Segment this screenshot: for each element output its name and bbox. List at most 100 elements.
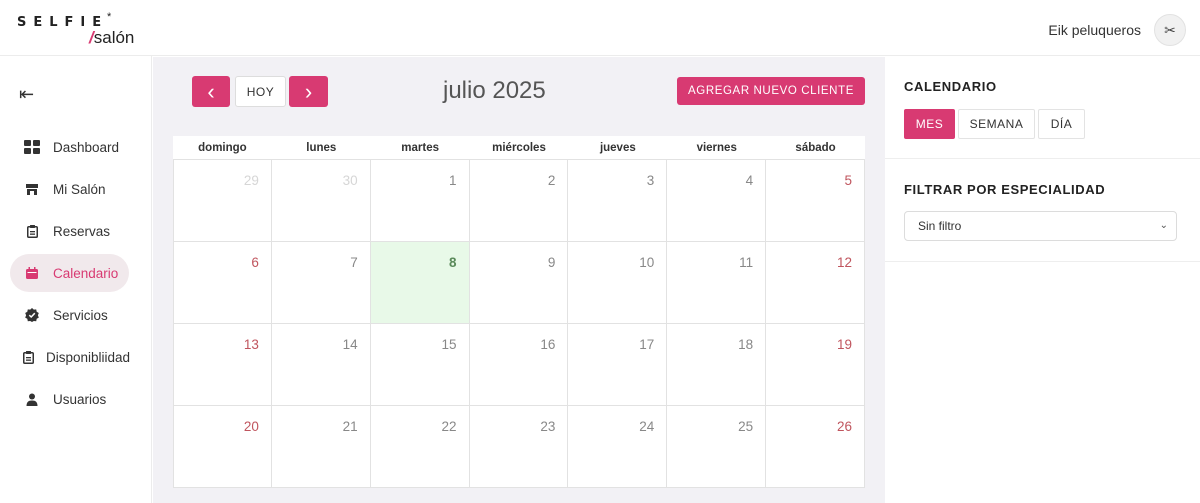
day-number: 14	[342, 337, 358, 352]
calendar-area: ‹ HOY › julio 2025 AGREGAR NUEVO CLIENTE…	[153, 57, 885, 503]
day-number: 16	[540, 337, 556, 352]
day-number: 8	[449, 255, 457, 270]
calendar-day-cell[interactable]: 18	[667, 324, 767, 406]
filter-section-title: FILTRAR POR ESPECIALIDAD	[904, 182, 1106, 197]
day-number: 30	[342, 173, 358, 188]
user-icon	[23, 393, 41, 406]
calendar-day-cell[interactable]: 30	[271, 160, 371, 242]
logo-subtitle: /salón	[89, 28, 135, 47]
sidebar-item-usuarios[interactable]: Usuarios	[10, 380, 129, 418]
collapse-sidebar-icon[interactable]: ⇤	[19, 84, 34, 105]
sidebar-item-disponibilidad[interactable]: Disponibliidad	[10, 338, 131, 376]
scissors-icon: ✂	[1164, 21, 1176, 38]
sidebar-item-calendario[interactable]: Calendario	[10, 254, 129, 292]
chevron-left-icon: ‹	[207, 78, 215, 104]
calendar-day-cell[interactable]: 22	[370, 406, 470, 488]
calendar-day-cell[interactable]: 6	[173, 242, 272, 324]
sidebar-item-label: Disponibliidad	[46, 349, 131, 365]
day-number: 18	[738, 337, 754, 352]
calendar-day-cell[interactable]: 5	[766, 160, 865, 242]
day-number: 5	[844, 173, 852, 188]
view-week-button[interactable]: SEMANA	[958, 109, 1035, 139]
logo-star: *	[107, 11, 112, 23]
verified-badge-icon	[23, 308, 41, 322]
calendar-day-cell[interactable]: 13	[173, 324, 272, 406]
select-value: Sin filtro	[918, 219, 962, 233]
calendar-day-cell[interactable]: 23	[469, 406, 569, 488]
prev-month-button[interactable]: ‹	[192, 76, 230, 107]
selfie-salon-logo[interactable]: SELFIE * /salón	[17, 11, 147, 48]
dashboard-grid-icon	[23, 140, 41, 154]
add-new-client-button[interactable]: AGREGAR NUEVO CLIENTE	[677, 77, 865, 105]
day-number: 29	[243, 173, 259, 188]
weekday-header-row: domingo lunes martes miércoles jueves vi…	[173, 136, 865, 160]
sidebar-item-label: Calendario	[53, 265, 119, 281]
day-number: 7	[350, 255, 358, 270]
day-number: 4	[745, 173, 754, 188]
view-month-button[interactable]: MES	[904, 109, 955, 139]
calendar-day-cell[interactable]: 2	[469, 160, 569, 242]
top-header: SELFIE * /salón Eik peluqueros ✂	[0, 0, 1200, 56]
weekday-header: jueves	[599, 141, 636, 154]
weekday-header: viernes	[696, 141, 737, 154]
day-number: 23	[540, 419, 556, 434]
sidebar-item-label: Servicios	[53, 307, 108, 323]
calendar-week-row: 20 21 22 23 24 25 26	[173, 406, 865, 488]
calendar-day-cell[interactable]: 15	[370, 324, 470, 406]
weekday-header: miércoles	[492, 141, 546, 154]
sidebar-item-reservas[interactable]: Reservas	[10, 212, 129, 250]
calendar-day-cell[interactable]: 26	[766, 406, 865, 488]
calendar-day-cell[interactable]: 1	[370, 160, 470, 242]
sidebar-item-label: Reservas	[53, 223, 111, 239]
day-number: 1	[449, 173, 457, 188]
calendar-day-cell[interactable]: 19	[766, 324, 865, 406]
calendar-day-cell[interactable]: 9	[469, 242, 569, 324]
day-number: 22	[441, 419, 457, 434]
calendar-day-cell[interactable]: 11	[667, 242, 767, 324]
day-number: 15	[441, 337, 457, 352]
calendar-day-cell[interactable]: 7	[271, 242, 371, 324]
calendar-day-cell[interactable]: 12	[766, 242, 865, 324]
day-number: 26	[836, 419, 852, 434]
sidebar-item-mi-salon[interactable]: Mi Salón	[10, 170, 129, 208]
calendar-day-cell[interactable]: 21	[271, 406, 371, 488]
day-number: 25	[738, 419, 754, 434]
next-month-button[interactable]: ›	[289, 76, 328, 107]
calendar-week-row: 29 30 1 2 3 4 5	[173, 160, 865, 242]
calendar-day-cell[interactable]: 14	[271, 324, 371, 406]
calendar-day-cell[interactable]: 24	[568, 406, 668, 488]
sidebar-item-label: Dashboard	[53, 139, 120, 155]
calendar-section-title: CALENDARIO	[904, 79, 997, 94]
today-button[interactable]: HOY	[235, 76, 286, 107]
sidebar-item-servicios[interactable]: Servicios	[10, 296, 129, 334]
calendar-day-cell[interactable]: 29	[173, 160, 272, 242]
calendar-day-cell[interactable]: 4	[667, 160, 767, 242]
sidebar-item-dashboard[interactable]: Dashboard	[10, 128, 129, 166]
clipboard-icon	[23, 350, 34, 364]
weekday-header: martes	[401, 141, 439, 154]
clipboard-icon	[23, 224, 41, 238]
day-number: 10	[639, 255, 655, 270]
sidebar: ⇤ Dashboard Mi Salón Reservas Calendario…	[0, 56, 152, 503]
day-number: 3	[646, 173, 655, 188]
divider	[885, 158, 1200, 159]
calendar-day-cell[interactable]: 17	[568, 324, 668, 406]
calendar-day-cell[interactable]: 16	[469, 324, 569, 406]
day-number: 12	[836, 255, 852, 270]
day-number: 20	[243, 419, 259, 434]
avatar[interactable]: ✂	[1154, 14, 1186, 46]
view-day-button[interactable]: DÍA	[1038, 109, 1085, 139]
specialty-filter-select[interactable]: Sin filtro ⌄	[904, 211, 1177, 241]
day-number: 9	[547, 255, 556, 270]
calendar-day-cell[interactable]: 20	[173, 406, 272, 488]
chevron-right-icon: ›	[304, 78, 313, 104]
calendar-day-cell-today[interactable]: 8	[370, 242, 470, 324]
day-number: 2	[547, 173, 556, 188]
sidebar-item-label: Usuarios	[53, 391, 107, 407]
calendar-day-cell[interactable]: 10	[568, 242, 668, 324]
calendar-day-cell[interactable]: 25	[667, 406, 767, 488]
sidebar-item-label: Mi Salón	[53, 181, 106, 197]
day-number: 24	[639, 419, 655, 434]
calendar-week-row: 6 7 8 9 10 11 12	[173, 242, 865, 324]
calendar-day-cell[interactable]: 3	[568, 160, 668, 242]
